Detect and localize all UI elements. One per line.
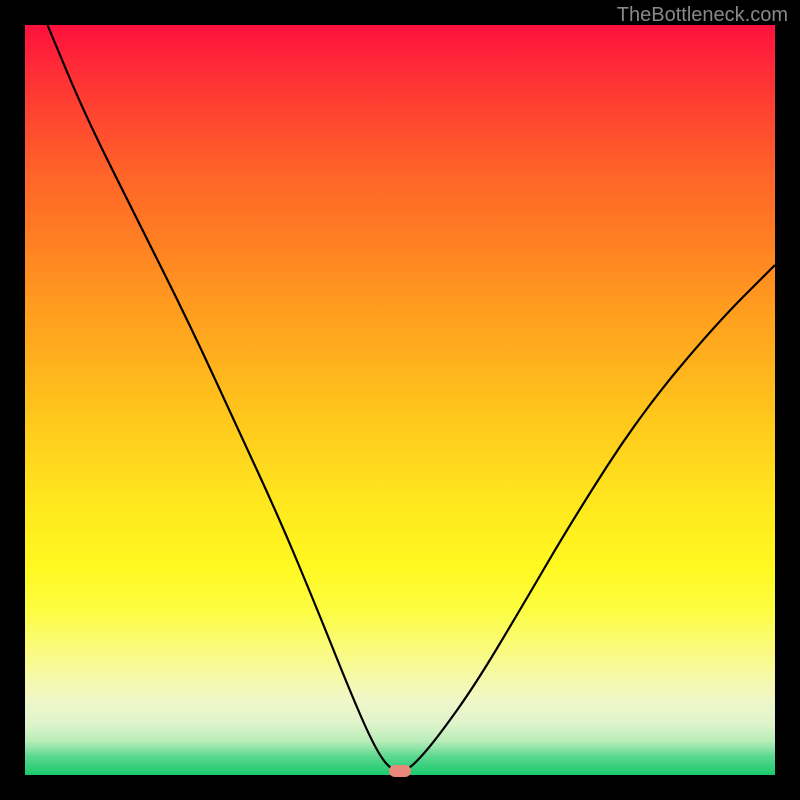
bottleneck-curve-path <box>48 25 776 771</box>
watermark-text: TheBottleneck.com <box>617 4 788 27</box>
minimum-marker <box>389 765 411 777</box>
plot-area <box>25 25 775 775</box>
chart-container: TheBottleneck.com <box>0 0 800 800</box>
curve-svg <box>25 25 775 775</box>
